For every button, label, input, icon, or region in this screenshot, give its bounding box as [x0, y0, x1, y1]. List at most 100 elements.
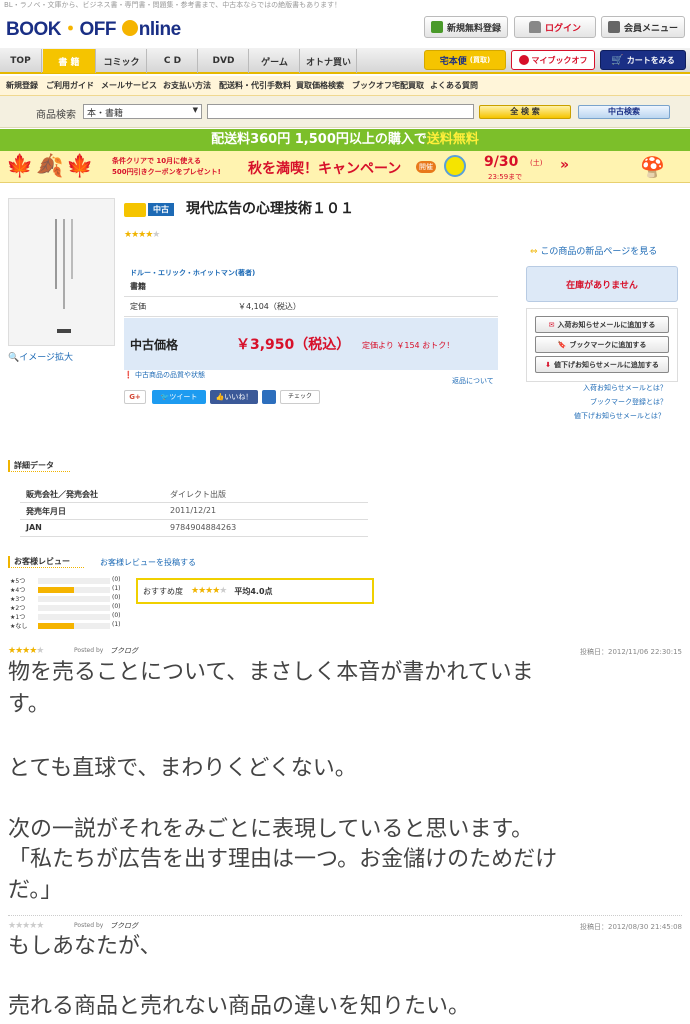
takuhonbin-sub: (買取) [469, 56, 491, 64]
cart-button[interactable]: 🛒 カートをみる [600, 50, 686, 70]
search-input[interactable] [207, 104, 474, 119]
notify-price-button[interactable]: ⬇ 値下げお知らせメールに追加する [535, 356, 669, 373]
campaign-line2: 500円引きクーポンをプレゼント! [112, 168, 221, 176]
check-button[interactable]: チェック [280, 390, 320, 404]
tab-game[interactable]: ゲーム [250, 49, 300, 73]
tab-cd[interactable]: C D [148, 49, 198, 73]
star-empty-icon: ★ [36, 646, 44, 656]
star-icon: ★★★★ [191, 586, 220, 596]
bookmark-icon: 🔖 [557, 340, 567, 349]
details-value: 9784904884263 [170, 523, 237, 532]
rating-row-label: ★3つ [10, 596, 26, 603]
bookoff-logo[interactable]: BOOK・OFF nline [6, 14, 181, 41]
rating-bar [38, 623, 110, 629]
tab-books[interactable]: 書 籍 [43, 49, 96, 73]
register-label: 新規無料登録 [446, 23, 501, 34]
image-zoom-link[interactable]: 🔍イメージ拡大 [8, 350, 73, 363]
like-button[interactable]: 👍いいね！ [210, 390, 258, 404]
post-review-link[interactable]: お客様レビューを投稿する [100, 557, 196, 568]
booklog-source[interactable]: ブクログ [110, 921, 138, 931]
pencil-icon [430, 21, 443, 33]
shipping-banner: 配送料360円 1,500円以上の購入で送料無料 [0, 129, 690, 151]
review-line: す。 [8, 692, 50, 717]
details-value: 2011/12/21 [170, 506, 217, 515]
used-price-label: 中古価格 [130, 338, 179, 352]
rating-row-label: ★2つ [10, 605, 26, 612]
tweet-label: ツイート [169, 393, 198, 401]
mascot-icon [444, 155, 466, 177]
discount-text: 定価より ￥154 おトク！ [362, 341, 455, 350]
takuhonbin-button[interactable]: 宅本便 (買取) [424, 50, 506, 70]
mushroom-icon: 🍄 [640, 155, 665, 179]
tab-comics[interactable]: コミック [97, 49, 147, 73]
search-category-value: 本・書籍 [87, 109, 124, 119]
return-link[interactable]: 返品について [452, 376, 494, 386]
booklog-source[interactable]: ブクログ [110, 646, 138, 656]
list-price-row: 定価 ￥4,104（税込） [124, 297, 498, 317]
help-restock-link[interactable]: 入荷お知らせメールとは？ [583, 383, 667, 393]
maple-leaf-icon: 🍁 [6, 154, 34, 179]
hatena-bookmark-icon[interactable] [262, 390, 276, 404]
quality-link[interactable]: ❗ 中古商品の品質や状態 [124, 370, 205, 380]
campaign-main: 秋を満喫！キャンペーン [248, 161, 402, 177]
rating-row-count: (0) [112, 612, 121, 619]
shipping-free: 送料無料 [426, 132, 479, 147]
product-cover-image[interactable] [8, 198, 115, 346]
tab-top[interactable]: TOP [0, 49, 42, 73]
subnav-faq[interactable]: よくある質問 [430, 80, 478, 91]
cover-title-line [63, 219, 65, 309]
subnav-home-purchase[interactable]: ブックオフ宅配買取 [352, 80, 424, 91]
login-label: ログイン [544, 23, 581, 34]
member-menu-button[interactable]: 会員メニュー [601, 16, 685, 38]
arrows-icon: ⇔ [530, 247, 538, 257]
rating-distribution: ★5つ (0) ★4つ (1) ★3つ (0) ★2つ (0) ★1つ (0) … [8, 576, 124, 632]
rating-row-count: (1) [112, 621, 121, 628]
tab-bulk-buy[interactable]: オトナ買い [301, 49, 357, 73]
reviews-title: お客様レビュー [8, 556, 84, 568]
register-button[interactable]: 新規無料登録 [424, 16, 508, 38]
posted-by-label: Posted by [74, 922, 104, 929]
subnav-shipping-fee[interactable]: 配送料・代引手数料 [219, 80, 291, 91]
rating-row-label: ★1つ [10, 614, 26, 621]
star-empty-icon: ★ [152, 230, 160, 240]
rating-bar [38, 605, 110, 611]
subnav-signup[interactable]: 新規登録 [6, 80, 38, 91]
rating-row: ★5つ (0) [8, 576, 124, 585]
details-title: 詳細データ [8, 460, 70, 472]
subnav-payment[interactable]: お支払い方法 [163, 80, 211, 91]
gplus-button[interactable]: G+ [124, 390, 146, 404]
subnav-price-search[interactable]: 買取価格検索 [296, 80, 344, 91]
subnav-guide[interactable]: ご利用ガイド [46, 80, 94, 91]
subnav-mail[interactable]: メールサービス [101, 80, 157, 91]
lock-icon [528, 21, 541, 33]
book-icon [124, 203, 146, 217]
campaign-banner[interactable]: 🍁 🍂 🍁 条件クリアで 10月に使える 500円引きクーポンをプレゼント! 秋… [0, 151, 690, 183]
tweet-button[interactable]: 🐦ツイート [152, 390, 206, 404]
notify-restock-button[interactable]: ✉ 入荷お知らせメールに追加する [535, 316, 669, 333]
mybookoff-button[interactable]: マイブックオフ [511, 50, 595, 70]
product-category: 書籍 [124, 279, 498, 297]
cart-label: カートをみる [626, 55, 675, 65]
rating-row: ★2つ (0) [8, 603, 124, 612]
notify-restock-label: 入荷お知らせメールに追加する [557, 320, 656, 329]
new-page-link[interactable]: ⇔ この商品の新品ページを見る [530, 244, 657, 257]
star-empty-icon: ★ [219, 586, 227, 596]
review-line: だ。」 [8, 878, 63, 903]
header-tagline: BL・ラノベ・文庫から、ビジネス書・専門書・問題集・参考書まで、中古本ならではの… [4, 1, 342, 9]
help-price-link[interactable]: 値下げお知らせメールとは？ [574, 411, 665, 421]
all-search-button[interactable]: 全 検 索 [479, 105, 571, 119]
price-down-icon: ⬇ [545, 360, 551, 369]
rating-row: ★4つ (1) [8, 585, 124, 594]
bookmark-button[interactable]: 🔖 ブックマークに追加する [535, 336, 669, 353]
rating-row-count: (0) [112, 576, 121, 583]
author-link[interactable]: ドルー・エリック・ホイットマン(著者) [130, 268, 255, 278]
rating-row-count: (0) [112, 594, 121, 601]
search-category-select[interactable]: 本・書籍 ▼ [83, 104, 202, 119]
tab-dvd[interactable]: DVD [199, 49, 249, 73]
help-bookmark-link[interactable]: ブックマーク登録とは？ [590, 397, 667, 407]
login-button[interactable]: ログイン [514, 16, 596, 38]
used-search-button[interactable]: 中古検索 [578, 105, 670, 119]
autumn-leaf-icon: 🍁 [66, 154, 94, 179]
search-label: 商品検索 [36, 110, 76, 121]
review-date: 投稿日：2012/11/06 22:30:15 [579, 648, 682, 656]
